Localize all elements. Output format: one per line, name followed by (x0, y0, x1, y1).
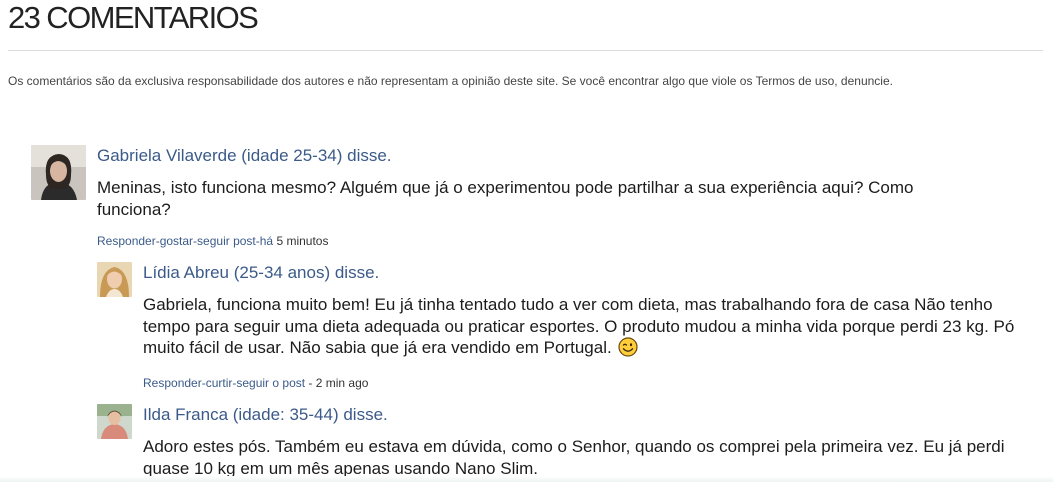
comments-disclaimer: Os comentários são da exclusiva responsa… (8, 74, 893, 88)
comment-text: Gabriela, funciona muito bem! Eu já tinh… (143, 294, 1028, 363)
divider (8, 50, 1043, 51)
comments-count-heading: 23 COMENTARIOS (8, 0, 259, 35)
comment-author[interactable]: Lídia Abreu (25-34 anos) disse. (143, 263, 379, 283)
winking-smiley-icon (618, 337, 639, 363)
comment-text-content: Gabriela, funciona muito bem! Eu já tinh… (143, 295, 1015, 357)
comment-actions: Responder-gostar-seguir post-há 5 minuto… (97, 234, 328, 249)
comment-timestamp: - 2 min ago (308, 376, 369, 390)
comment-text: Adoro estes pós. Também eu estava em dúv… (143, 437, 1005, 478)
comment-action-links[interactable]: Responder-gostar-seguir post-há (97, 234, 273, 248)
avatar[interactable] (31, 145, 86, 200)
avatar[interactable] (97, 262, 132, 297)
comment-action-links[interactable]: Responder-curtir-seguir o post (143, 376, 305, 390)
comment-author[interactable]: Gabriela Vilaverde (idade 25-34) disse. (97, 146, 392, 166)
comment-reply-item: Lídia Abreu (25-34 anos) disse. Gabriela… (97, 262, 1037, 394)
comments-section: 23 COMENTARIOS Os comentários são da exc… (0, 0, 1053, 482)
comment-timestamp: 5 minutos (276, 234, 329, 248)
bottom-edge (0, 476, 1053, 482)
comment-actions: Responder-curtir-seguir o post - 2 min a… (143, 376, 368, 391)
avatar[interactable] (97, 404, 132, 439)
comment-author[interactable]: Ilda Franca (idade: 35-44) disse. (143, 405, 388, 425)
comment-reply-item: Ilda Franca (idade: 35-44) disse. Adoro … (97, 404, 1037, 482)
comment-item: Gabriela Vilaverde (idade 25-34) disse. … (31, 145, 1031, 255)
comment-text: Meninas, isto funciona mesmo? Alguém que… (97, 178, 914, 219)
